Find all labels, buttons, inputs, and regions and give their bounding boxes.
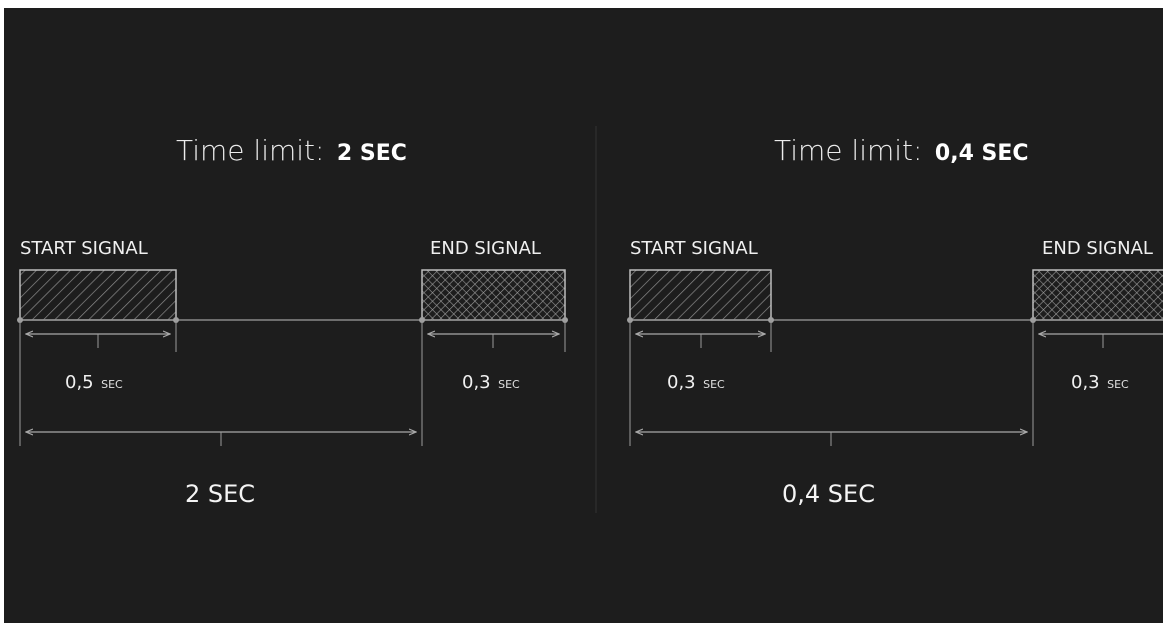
duration-value: 0,3 xyxy=(462,372,491,393)
start-duration-label: 0,3 SEC xyxy=(667,372,725,393)
timing-diagram: Time limit: 2 SEC START SIGNAL END SIGNA… xyxy=(17,126,1163,513)
title-prefix: Time limit: xyxy=(176,134,324,167)
panel-left: Time limit: 2 SEC START SIGNAL END SIGNA… xyxy=(17,134,568,508)
panel-title: Time limit: 2 SEC xyxy=(176,134,407,167)
title-prefix: Time limit: xyxy=(774,134,922,167)
start-duration-label: 0,5 SEC xyxy=(65,372,123,393)
duration-unit: SEC xyxy=(1107,378,1129,391)
title-value: 0,4 SEC xyxy=(935,141,1029,166)
end-signal-label: END SIGNAL xyxy=(430,238,541,259)
total-duration-label: 0,4 SEC xyxy=(782,480,875,508)
end-signal-label: END SIGNAL xyxy=(1042,238,1153,259)
duration-unit: SEC xyxy=(101,378,123,391)
panel-title: Time limit: 0,4 SEC xyxy=(774,134,1029,167)
start-signal-box xyxy=(629,269,772,321)
end-signal-box xyxy=(1032,269,1163,321)
start-signal-label: START SIGNAL xyxy=(20,238,148,259)
end-duration-label: 0,3 SEC xyxy=(1071,372,1129,393)
end-signal-box xyxy=(421,269,566,321)
diagram-canvas: Time limit: 2 SEC START SIGNAL END SIGNA… xyxy=(4,8,1163,623)
start-signal-box xyxy=(19,269,177,321)
end-duration-label: 0,3 SEC xyxy=(462,372,520,393)
duration-value: 0,5 xyxy=(65,372,94,393)
duration-value: 0,3 xyxy=(667,372,696,393)
duration-unit: SEC xyxy=(498,378,520,391)
duration-value: 0,3 xyxy=(1071,372,1100,393)
panel-right: Time limit: 0,4 SEC START SIGNAL END SIG… xyxy=(627,134,1163,508)
start-signal-label: START SIGNAL xyxy=(630,238,758,259)
title-value: 2 SEC xyxy=(337,141,407,166)
duration-unit: SEC xyxy=(703,378,725,391)
total-duration-label: 2 SEC xyxy=(185,480,255,508)
